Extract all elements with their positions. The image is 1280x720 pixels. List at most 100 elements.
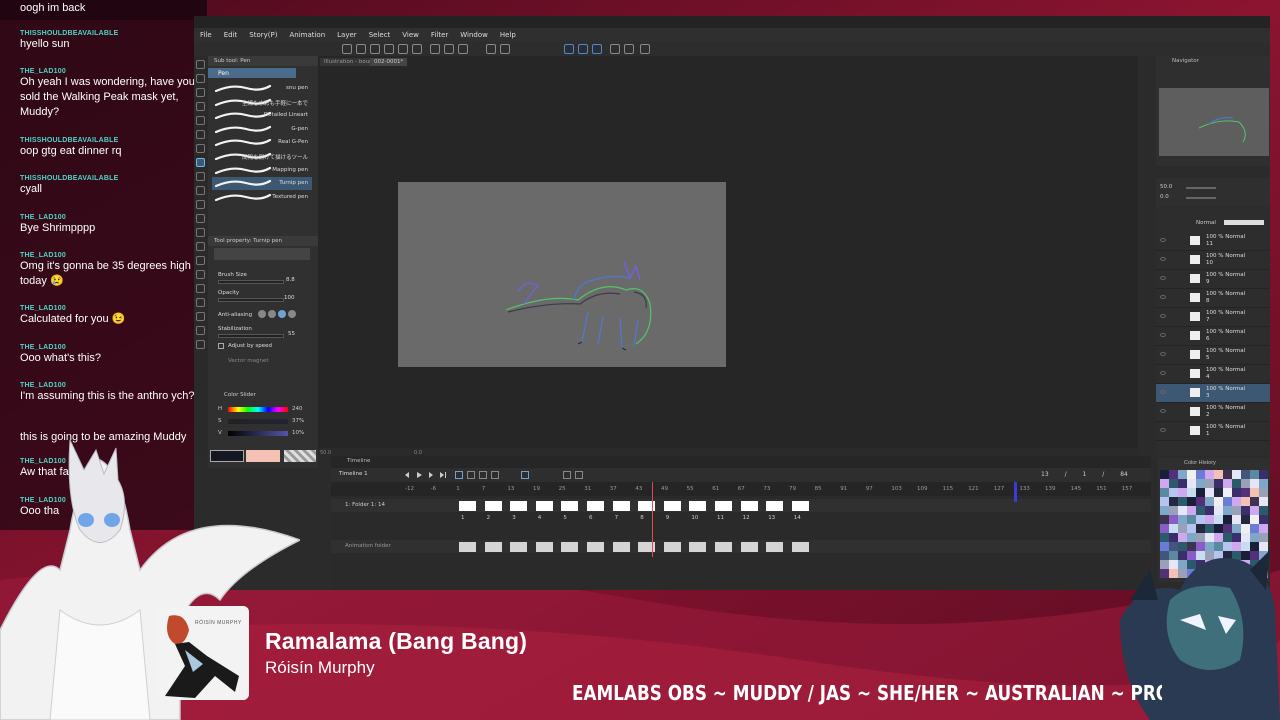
color-swatch[interactable] xyxy=(1187,524,1196,533)
brush-size-slider[interactable] xyxy=(218,280,284,284)
stabilization-value[interactable]: 55 xyxy=(288,331,295,337)
eye-icon[interactable] xyxy=(1160,352,1166,356)
keyframe-icon[interactable] xyxy=(563,471,571,479)
color-swatch[interactable] xyxy=(1178,524,1187,533)
color-swatch[interactable] xyxy=(1250,470,1259,479)
transform-icon[interactable] xyxy=(500,44,510,54)
color-swatch[interactable] xyxy=(1169,479,1178,488)
next-frame-icon[interactable] xyxy=(427,471,435,479)
brush-item[interactable]: Mapping pen xyxy=(212,164,312,177)
color-swatch[interactable] xyxy=(1160,524,1169,533)
menu-edit[interactable]: Edit xyxy=(218,28,244,42)
link-icon[interactable] xyxy=(575,471,583,479)
blend-mode-select[interactable]: Normal xyxy=(1196,220,1216,226)
color-swatch[interactable] xyxy=(1169,497,1178,506)
timeline-cel[interactable] xyxy=(766,501,784,511)
camera-icon[interactable] xyxy=(640,44,650,54)
timeline-cel[interactable] xyxy=(612,501,630,511)
brush-item[interactable]: snu pen xyxy=(212,82,312,95)
gradient-tool-icon[interactable] xyxy=(196,256,205,265)
layer-opacity-slider[interactable] xyxy=(1224,220,1264,225)
timeline-cel[interactable] xyxy=(510,501,528,511)
settings-icon[interactable] xyxy=(458,44,468,54)
canvas-workspace[interactable] xyxy=(318,68,1138,452)
brush-tool-icon[interactable] xyxy=(196,172,205,181)
timeline-cel[interactable] xyxy=(663,542,681,552)
timeline-cel[interactable] xyxy=(510,542,528,552)
brush-item[interactable]: Real G-Pen xyxy=(212,136,312,149)
color-swatch[interactable] xyxy=(1160,515,1169,524)
opacity-slider[interactable] xyxy=(218,298,284,302)
balloon-tool-icon[interactable] xyxy=(196,326,205,335)
color-swatch[interactable] xyxy=(1250,479,1259,488)
color-swatch[interactable] xyxy=(1223,488,1232,497)
menu-file[interactable]: File xyxy=(194,28,218,42)
operation-tool-icon[interactable] xyxy=(196,88,205,97)
brush-item[interactable]: Detailed Lineart xyxy=(212,109,312,122)
text-tool-icon[interactable] xyxy=(196,312,205,321)
menu-window[interactable]: Window xyxy=(454,28,494,42)
color-swatch[interactable] xyxy=(1187,497,1196,506)
navigator-zoom-value[interactable]: 50.0 xyxy=(1160,184,1172,190)
pen-tool-icon[interactable] xyxy=(196,144,205,153)
color-swatch[interactable] xyxy=(1187,479,1196,488)
airbrush-tool-icon[interactable] xyxy=(196,186,205,195)
specify-cel-icon[interactable] xyxy=(479,471,487,479)
layer-row[interactable]: 100 % Normal 8 xyxy=(1156,289,1270,308)
color-swatch[interactable] xyxy=(1178,470,1187,479)
timeline-track-folder[interactable]: 1: Folder 1: 14 xyxy=(331,499,1151,512)
color-swatch[interactable] xyxy=(1160,470,1169,479)
hue-slider[interactable] xyxy=(228,407,288,412)
new-cel-icon[interactable] xyxy=(467,471,475,479)
menu-help[interactable]: Help xyxy=(494,28,522,42)
eyedropper-tool-icon[interactable] xyxy=(196,130,205,139)
color-swatch[interactable] xyxy=(1223,470,1232,479)
color-swatch[interactable] xyxy=(1250,524,1259,533)
color-swatch[interactable] xyxy=(1196,479,1205,488)
menu-layer[interactable]: Layer xyxy=(331,28,363,42)
color-swatch[interactable] xyxy=(1169,488,1178,497)
last-frame-icon[interactable] xyxy=(439,471,447,479)
auto-select-tool-icon[interactable] xyxy=(196,116,205,125)
canvas-tab-active[interactable]: 002-0001* xyxy=(370,58,408,66)
navigator-angle-value[interactable]: 0.0 xyxy=(1160,194,1169,200)
color-swatch[interactable] xyxy=(1196,488,1205,497)
stabilization-slider[interactable] xyxy=(218,334,284,338)
eye-icon[interactable] xyxy=(1160,409,1166,413)
timeline-name[interactable]: Timeline 1 xyxy=(339,471,368,477)
color-swatch[interactable] xyxy=(1169,506,1178,515)
color-swatch[interactable] xyxy=(1214,488,1223,497)
blend-tool-icon[interactable] xyxy=(196,228,205,237)
timeline-cel[interactable] xyxy=(715,501,732,511)
layer-row[interactable]: 100 % Normal 1 xyxy=(1156,422,1270,441)
color-swatch[interactable] xyxy=(1160,488,1169,497)
navigator-thumbnail[interactable] xyxy=(1159,88,1269,156)
timeline-track-animation[interactable]: Animation folder xyxy=(331,540,1151,553)
opacity-value[interactable]: 100 xyxy=(284,295,295,301)
zoom-tool-icon[interactable] xyxy=(196,60,205,69)
color-swatch[interactable] xyxy=(1214,479,1223,488)
new-animation-folder-icon[interactable] xyxy=(491,471,499,479)
ruler-tool-icon[interactable] xyxy=(196,298,205,307)
color-swatch[interactable] xyxy=(1241,497,1250,506)
eye-icon[interactable] xyxy=(1160,371,1166,375)
color-swatch[interactable] xyxy=(1178,497,1187,506)
timeline-cel[interactable] xyxy=(715,542,732,552)
color-swatch[interactable] xyxy=(1232,488,1241,497)
color-swatch[interactable] xyxy=(1196,524,1205,533)
menu-story[interactable]: Story(P) xyxy=(243,28,283,42)
color-swatch[interactable] xyxy=(1223,524,1232,533)
color-swatch[interactable] xyxy=(1169,524,1178,533)
color-swatch[interactable] xyxy=(1250,506,1259,515)
timeline-cel[interactable] xyxy=(663,501,681,511)
eye-icon[interactable] xyxy=(1160,238,1166,242)
eye-icon[interactable] xyxy=(1160,428,1166,432)
layer-row[interactable]: 100 % Normal 2 xyxy=(1156,403,1270,422)
color-swatch[interactable] xyxy=(1187,506,1196,515)
fill-tool-icon[interactable] xyxy=(196,242,205,251)
color-swatch[interactable] xyxy=(1214,524,1223,533)
brush-item[interactable]: 主線も水彩も手軽に一本で xyxy=(212,96,312,109)
timeline-cel[interactable] xyxy=(766,542,784,552)
brush-item[interactable]: 間隔を開けて描けるツール xyxy=(212,150,312,163)
menu-select[interactable]: Select xyxy=(363,28,397,42)
